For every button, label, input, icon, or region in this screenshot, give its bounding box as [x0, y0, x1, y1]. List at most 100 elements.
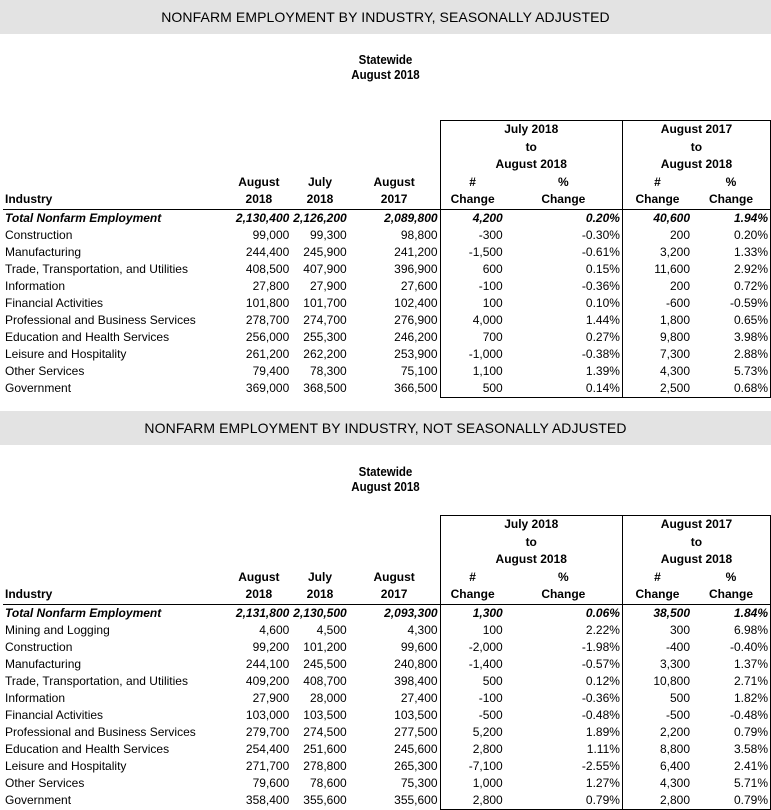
cell-jul-2018: 368,500 [303, 380, 347, 395]
region-label: Statewide [358, 53, 413, 67]
column-header-industry: Industry [5, 192, 53, 206]
cell-num-change-mom: -1,400 [439, 655, 505, 673]
cell-aug-2017: 2,089,800 [348, 208, 441, 227]
cell-num-change-yoy: 38,500 [621, 603, 693, 622]
cell-industry: Leisure and Hospitality [5, 346, 127, 361]
cell-pct-change-yoy: 1.82% [692, 689, 771, 707]
table-row: Professional and Business Services 278,70… [3, 311, 771, 329]
cell-industry: Construction [5, 639, 73, 654]
cell-pct-change-mom: -0.38% [581, 346, 620, 361]
section-banner-seasonally-adjusted: NONFARM EMPLOYMENT BY INDUSTRY, SEASONAL… [0, 0, 771, 34]
cell-aug-2018: 2,130,400 [226, 208, 292, 227]
column-header-pct-change-mom: % Change [541, 174, 586, 207]
cell-jul-2018: 101,200 [303, 639, 347, 654]
cell-pct-change-yoy: 0.68% [692, 379, 771, 398]
cell-jul-2018: 103,500 [303, 707, 347, 722]
cell-aug-2017: 265,300 [394, 758, 438, 773]
cell-num-change-yoy: 8,800 [621, 740, 693, 758]
cell-aug-2018: 409,200 [245, 673, 290, 688]
cell-num-change-mom: 1,300 [439, 603, 505, 622]
table-row: Government 369,000 368,500 366,500 500 0.14% 2… [3, 379, 771, 398]
cell-pct-change-yoy: 2.88% [692, 345, 771, 363]
cell-jul-2018: 255,300 [303, 329, 347, 344]
table-row: Trade, Transportation, and Utilities 408,… [3, 260, 771, 278]
cell-aug-2017: 241,200 [394, 244, 438, 259]
period-header-month-over-month: July 2018 to August 2018 [439, 515, 623, 569]
cell-aug-2018: 244,400 [245, 244, 290, 259]
cell-pct-change-yoy: 2.41% [692, 757, 771, 775]
column-header-aug-2017: August 2017 [373, 174, 415, 207]
cell-pct-change-yoy: 6.98% [692, 621, 771, 639]
region-label: Statewide [358, 465, 413, 479]
cell-jul-2018: 245,900 [303, 244, 347, 259]
cell-num-change-mom: 100 [439, 294, 505, 312]
cell-jul-2018: 2,130,500 [291, 603, 349, 622]
cell-aug-2018: 99,000 [252, 227, 290, 242]
cell-num-change-yoy: 7,300 [621, 345, 693, 363]
cell-pct-change-mom: 0.14% [504, 379, 623, 398]
cell-num-change-yoy: 200 [621, 226, 693, 244]
cell-pct-change-mom: 0.20% [504, 208, 623, 227]
table-row: Education and Health Services 254,400 251,… [3, 740, 771, 758]
cell-jul-2018: 27,900 [309, 278, 347, 293]
cell-num-change-mom: 5,200 [439, 723, 505, 741]
cell-num-change-yoy: 2,500 [621, 379, 693, 398]
table-row: Construction 99,000 99,300 98,800 -300 -0.30%… [3, 226, 771, 244]
column-header-num-change-yoy: # Change [621, 173, 693, 209]
cell-num-change-yoy: 4,300 [621, 774, 693, 792]
cell-aug-2017: 246,200 [394, 329, 438, 344]
table-row: Construction 99,200 101,200 99,600 -2,000 -1.… [3, 638, 771, 656]
cell-aug-2018: 261,200 [245, 346, 290, 361]
cell-pct-change-yoy: 0.20% [692, 226, 771, 244]
table-row: Mining and Logging 4,600 4,500 4,300 100 2.22… [3, 621, 771, 639]
cell-pct-change-yoy: 2.92% [692, 260, 771, 278]
cell-num-change-yoy: 200 [621, 277, 693, 295]
cell-jul-2018: 28,000 [309, 690, 347, 705]
cell-aug-2017: 240,800 [394, 656, 438, 671]
cell-jul-2018: 251,600 [303, 741, 347, 756]
cell-industry: Financial Activities [5, 295, 104, 310]
cell-jul-2018: 274,700 [303, 312, 347, 327]
cell-aug-2018: 256,000 [245, 329, 290, 344]
cell-num-change-yoy: 9,800 [621, 328, 693, 346]
month-label: August 2018 [351, 68, 420, 82]
cell-aug-2018: 2,131,800 [226, 603, 292, 622]
cell-jul-2018: 407,900 [303, 261, 347, 276]
column-header-num-change-mom: # Change [439, 568, 505, 604]
column-header-aug-2017: August 2017 [373, 569, 415, 602]
column-header-pct-change-mom: % Change [541, 569, 586, 602]
cell-pct-change-yoy: -0.59% [692, 294, 771, 312]
cell-pct-change-yoy: 3.98% [692, 328, 771, 346]
cell-num-change-yoy: -400 [621, 638, 693, 656]
column-header-jul-2018: July 2018 [306, 174, 334, 207]
cell-pct-change-yoy: 0.79% [692, 791, 771, 810]
cell-aug-2017: 103,500 [394, 707, 438, 722]
cell-num-change-mom: -2,000 [439, 638, 505, 656]
cell-aug-2017: 102,400 [394, 295, 438, 310]
cell-aug-2018: 278,700 [245, 312, 290, 327]
table-row: Trade, Transportation, and Utilities 409,… [3, 672, 771, 690]
cell-pct-change-yoy: 1.33% [692, 243, 771, 261]
table-row: Information 27,800 27,900 27,600 -100 -0.36% 2… [3, 277, 771, 295]
cell-num-change-yoy: 2,200 [621, 723, 693, 741]
cell-industry: Total Nonfarm Employment [3, 603, 227, 622]
cell-pct-change-yoy: 1.84% [692, 603, 771, 622]
column-header-pct-change-yoy: % Change [692, 568, 771, 604]
table-row: Government 358,400 355,600 355,600 2,800 0.79… [3, 791, 771, 810]
cell-aug-2017: 366,500 [394, 380, 438, 395]
cell-pct-change-yoy: -0.40% [692, 638, 771, 656]
cell-num-change-mom: 1,100 [439, 362, 505, 380]
cell-pct-change-mom: 0.10% [585, 295, 620, 310]
table-row: Financial Activities 101,800 101,700 102,40… [3, 294, 771, 312]
cell-pct-change-mom: 2.22% [585, 622, 620, 637]
table-seasonally-adjusted: July 2018 to August 2018 August 2017 to … [3, 120, 771, 398]
cell-jul-2018: 262,200 [303, 346, 347, 361]
table-body: Total Nonfarm Employment 2,131,800 2,130,5… [3, 603, 771, 810]
cell-jul-2018: 101,700 [303, 295, 347, 310]
cell-num-change-mom: -1,000 [439, 345, 505, 363]
cell-industry: Education and Health Services [5, 329, 170, 344]
cell-aug-2017: 27,400 [400, 690, 438, 705]
cell-industry: Professional and Business Services [5, 724, 196, 739]
cell-num-change-yoy: 11,600 [621, 260, 693, 278]
cell-pct-change-yoy: 0.72% [692, 277, 771, 295]
